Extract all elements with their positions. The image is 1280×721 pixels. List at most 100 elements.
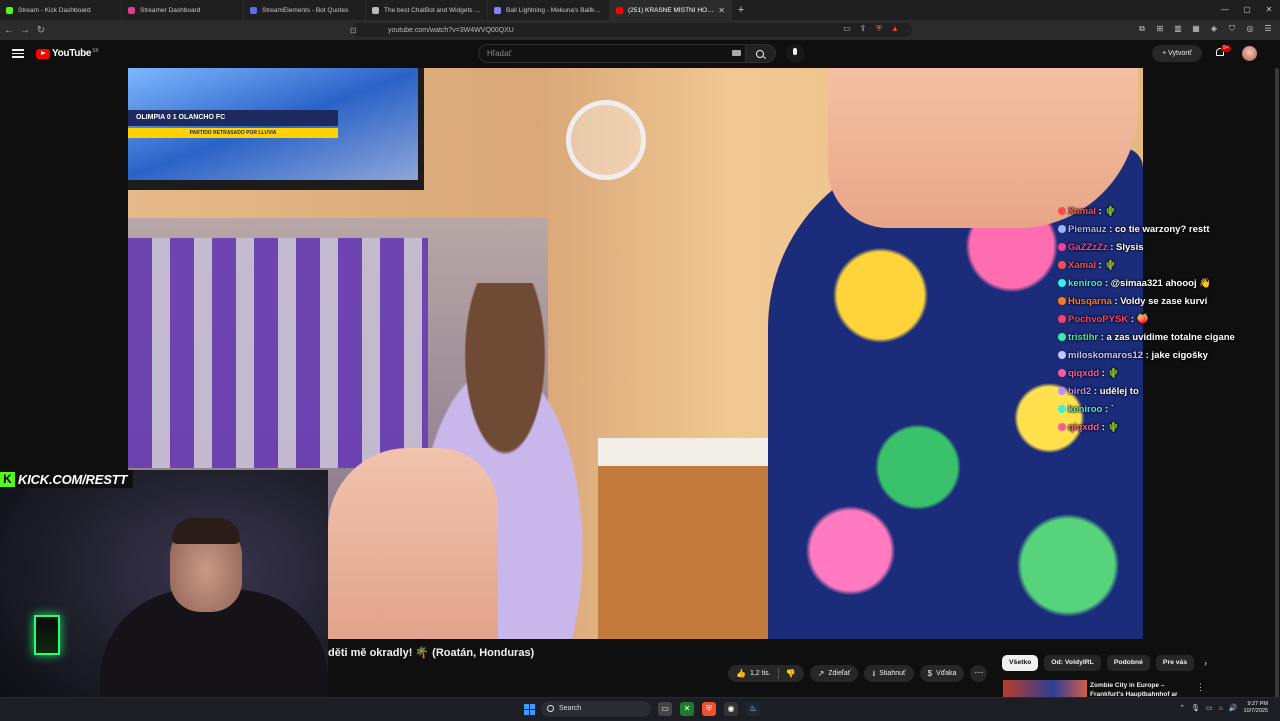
browser-tab[interactable]: Streamer Dashboard	[122, 0, 244, 20]
voice-search-button[interactable]	[786, 44, 805, 63]
bookmark-icon[interactable]: ⊡	[350, 26, 357, 35]
maximize-icon[interactable]: ▢	[1236, 0, 1258, 20]
filter-chip[interactable]: Podobné	[1106, 655, 1150, 671]
mic-tray-icon[interactable]: 🎙	[1191, 704, 1200, 712]
steam-icon[interactable]: ♨	[746, 702, 760, 716]
brave-icon[interactable]: ⛨	[702, 702, 716, 716]
page-scrollbar[interactable]	[1275, 68, 1279, 704]
recommendation-more-icon[interactable]: ⋮	[1196, 682, 1205, 693]
video-actions: 👍 1,2 tis. 👎 ↗ Zdieľať ⭳ Stiahnuť $ Vďak…	[728, 665, 988, 682]
tab-label: Streamer Dashboard	[140, 6, 201, 14]
youtube-header: YouTube SK Hľadať + Vytvoriť 9+	[0, 40, 1280, 68]
chat-message: Husqarna : Voldy se zase kurví	[1058, 295, 1238, 308]
rewards-icon[interactable]: ▲	[890, 23, 900, 35]
reload-icon[interactable]: ↻	[34, 25, 48, 36]
thanks-button[interactable]: $ Vďaka	[919, 665, 965, 682]
browser-tab[interactable]: The best ChatBot and Widgets for K	[366, 0, 488, 20]
chat-text: 🌵	[1104, 260, 1117, 271]
close-tab-icon[interactable]: ✕	[718, 6, 725, 15]
like-count: 1,2 tis.	[749, 670, 771, 677]
minimize-icon[interactable]: —	[1214, 0, 1236, 20]
screen-share-icon[interactable]: ▭	[842, 23, 852, 35]
sidebar-icon[interactable]: ▥	[1172, 23, 1184, 35]
url-field[interactable]: ⊡ youtube.com/watch?v=3W4WVQ00QXU	[350, 23, 912, 37]
chat-separator: :	[1098, 332, 1107, 343]
share-icon[interactable]: ⇪	[858, 23, 868, 35]
obs-icon[interactable]: ◉	[724, 702, 738, 716]
thanks-icon: $	[927, 669, 933, 678]
search-button[interactable]	[746, 44, 776, 63]
tray-chevron-icon[interactable]: ⌃	[1179, 704, 1185, 712]
display-icon[interactable]: ▭	[1206, 704, 1213, 712]
share-button[interactable]: ↗ Zdieľať	[809, 665, 859, 682]
chat-message: qiqxdd : 🌵	[1058, 367, 1238, 380]
chat-separator: :	[1128, 314, 1137, 325]
chat-message: keniroo : @simaa321 ahoooj 👋	[1058, 277, 1238, 290]
windows-start-icon[interactable]	[524, 704, 535, 715]
chat-username: Xamal	[1068, 260, 1096, 271]
chat-separator: :	[1099, 368, 1108, 379]
filter-chip[interactable]: Od: VoldyIRL	[1044, 655, 1101, 671]
chat-text: udělej to	[1099, 386, 1139, 397]
like-dislike-button[interactable]: 👍 1,2 tis. 👎	[728, 665, 804, 682]
tab-label: Ball Lightning - Mekuna's Ballkuna	[506, 6, 603, 14]
tv-banner: PARTIDO RETRASADO POR LLUVIA	[128, 128, 338, 138]
chat-message: qiqxdd : 🌵	[1058, 421, 1238, 434]
browser-tab[interactable]: Ball Lightning - Mekuna's Ballkuna	[488, 0, 610, 20]
volume-icon[interactable]: 🔊	[1229, 704, 1238, 712]
tab-label: The best ChatBot and Widgets for K	[384, 6, 481, 14]
streamelements-icon	[250, 6, 257, 14]
country-code: SK	[92, 47, 99, 54]
xbox-icon[interactable]: ✕	[680, 702, 694, 716]
create-label: Vytvoriť	[1168, 50, 1192, 57]
filter-chip[interactable]: Všetko	[1002, 655, 1039, 671]
filter-chip[interactable]: Pre vás	[1155, 655, 1195, 671]
chat-overlay: Xamal : 🌵 Piemauz : co tie warzony? restt…	[1058, 205, 1238, 439]
taskbar-search[interactable]: Search	[541, 701, 651, 717]
vpn-icon[interactable]: ⛉	[1226, 23, 1238, 35]
browser-tab[interactable]: StreamElements - Bot Quotes	[244, 0, 366, 20]
brave-shield-icon[interactable]: ⛨	[874, 23, 884, 35]
close-window-icon[interactable]: ✕	[1258, 0, 1280, 20]
more-actions-button[interactable]: ⋯	[970, 665, 988, 682]
forward-icon[interactable]: →	[18, 25, 32, 36]
video-title: děti mě okradly! 🌴 (Roatán, Honduras)	[328, 647, 535, 659]
recommendation-chips: Všetko Od: VoldyIRL Podobné Pre vás ›	[1002, 655, 1207, 671]
avatar[interactable]	[1242, 46, 1257, 61]
youtube-logo[interactable]: YouTube SK	[36, 48, 99, 59]
neon-light	[34, 615, 60, 655]
network-icon[interactable]: ⌂	[1219, 705, 1223, 712]
task-view-icon[interactable]: ▭	[658, 702, 672, 716]
chat-message: tristihr : a zas uvidime totalne cigane	[1058, 331, 1238, 344]
share-arrow-icon: ↗	[817, 669, 825, 678]
new-tab-button[interactable]: +	[732, 4, 750, 16]
window-controls: — ▢ ✕	[1214, 0, 1280, 20]
chat-separator: :	[1102, 278, 1111, 289]
clock[interactable]: 9:27 PM 10/7/2025	[1244, 701, 1268, 715]
chat-text: 🍑	[1136, 314, 1149, 325]
wallet-icon[interactable]: ◈	[1208, 23, 1220, 35]
browser-tab[interactable]: Stream - Kick Dashboard	[0, 0, 122, 20]
chat-text: co tie warzony? restt	[1115, 224, 1210, 235]
create-button[interactable]: + Vytvoriť	[1152, 45, 1202, 62]
profile-icon[interactable]: ◎	[1244, 23, 1256, 35]
tab-search-icon[interactable]: ▦	[1190, 23, 1202, 35]
keyboard-icon[interactable]	[732, 50, 741, 56]
browser-tab[interactable]: (251) KRÁSNÉ MÍSTNÍ HOLKY ✕	[610, 0, 732, 20]
system-tray: ⌃ 🎙 ▭ ⌂ 🔊 9:27 PM 10/7/2025	[1179, 701, 1268, 715]
thumbs-down-icon[interactable]: 👎	[786, 665, 796, 682]
chips-next-icon[interactable]: ›	[1204, 655, 1207, 671]
screenshot-icon[interactable]: ⊞	[1154, 23, 1166, 35]
back-icon[interactable]: ←	[2, 25, 16, 36]
chat-username: bird2	[1068, 386, 1092, 397]
menu-icon[interactable]: ☰	[1262, 23, 1274, 35]
webcam-overlay	[0, 470, 328, 720]
chat-badge-icon	[1058, 297, 1066, 305]
hamburger-menu-icon[interactable]	[12, 47, 24, 59]
video-hand	[328, 448, 498, 639]
chat-username: Husqarna	[1068, 296, 1112, 307]
extensions-icon[interactable]: ⧉	[1136, 23, 1148, 35]
chat-username: tristihr	[1068, 332, 1099, 343]
download-button[interactable]: ⭳ Stiahnuť	[864, 665, 914, 682]
search-input[interactable]: Hľadať	[478, 44, 746, 63]
